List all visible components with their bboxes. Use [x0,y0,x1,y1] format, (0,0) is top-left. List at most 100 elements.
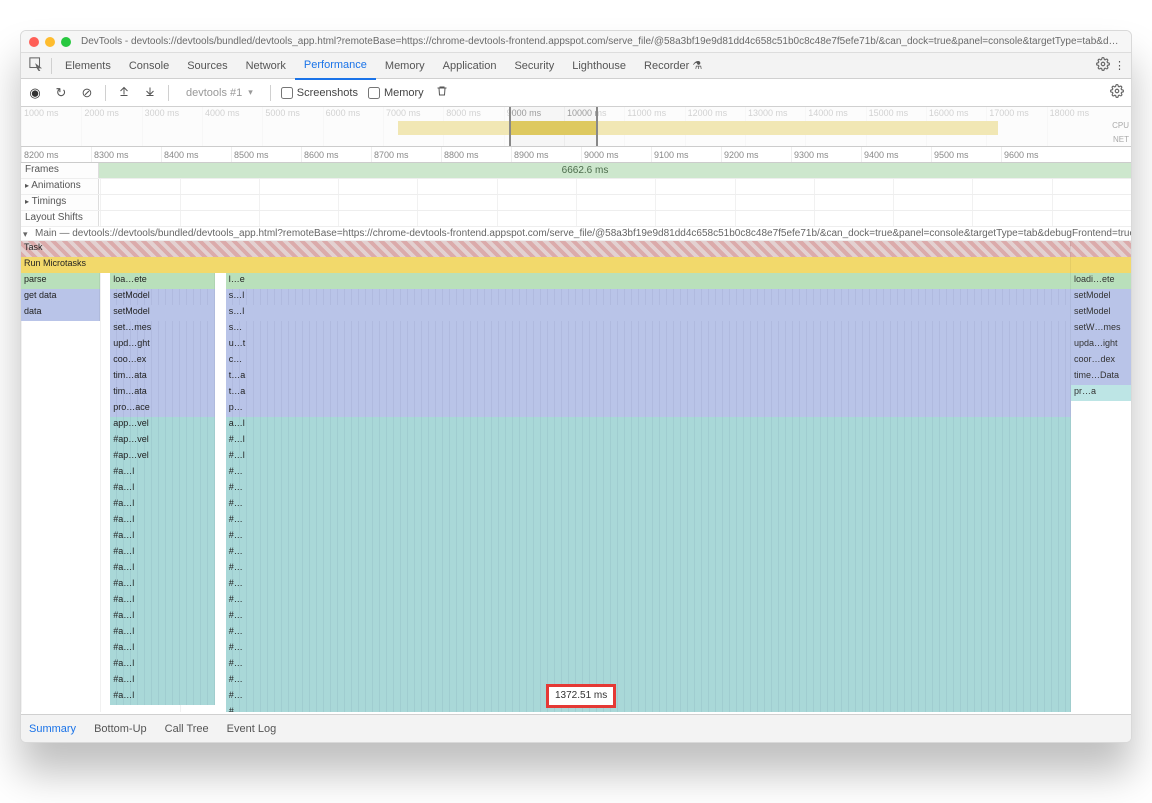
tab-performance[interactable]: Performance [295,52,376,80]
flame-bar[interactable]: #… [226,561,1071,577]
flame-bar[interactable]: #… [226,577,1071,593]
flame-bar[interactable]: tim…ata [110,369,215,385]
flame-bar[interactable]: u…t [226,337,1071,353]
flame-bar[interactable]: setModel [1071,305,1131,321]
flame-bar[interactable]: loa…ete [110,273,215,289]
flame-row[interactable]: #a…l #… [21,529,1131,545]
flame-row[interactable]: #ap…vel #…l [21,449,1131,465]
flame-row[interactable]: pro…ace p… [21,401,1131,417]
flame-bar[interactable]: #a…l [110,497,215,513]
flame-bar[interactable]: t…a [226,385,1071,401]
flame-bar[interactable]: #a…l [110,513,215,529]
flame-bar[interactable]: #… [226,481,1071,497]
clear-icon[interactable]: ⊘ [79,85,95,101]
overview-timeline[interactable]: 1000 ms2000 ms3000 ms4000 ms5000 ms6000 … [21,107,1131,147]
flame-bar[interactable]: #a…l [110,673,215,689]
flame-bar[interactable]: #… [226,593,1071,609]
btab-bottomup[interactable]: Bottom-Up [94,723,147,735]
flame-bar[interactable]: #a…l [110,641,215,657]
btab-summary[interactable]: Summary [29,723,76,735]
flame-bar[interactable]: #a…l [110,625,215,641]
tab-security[interactable]: Security [505,53,563,79]
flame-bar[interactable]: #… [226,545,1071,561]
flame-bar[interactable]: upd…ght [110,337,215,353]
flame-row[interactable]: #a…l #… [21,577,1131,593]
flame-bar[interactable]: #a…l [110,545,215,561]
flame-bar[interactable]: #a…l [110,689,215,705]
flame-row[interactable]: tim…atat…atime…Data [21,369,1131,385]
flame-bar[interactable]: #… [226,609,1071,625]
screenshots-toggle[interactable]: Screenshots [281,87,358,99]
flame-bar[interactable]: pro…ace [110,401,215,417]
flame-row[interactable]: coo…exc…coor…dex [21,353,1131,369]
flame-bar[interactable]: #ap…vel [110,449,215,465]
minimize-window-icon[interactable] [45,37,55,47]
settings-icon[interactable] [1096,57,1110,74]
flame-bar[interactable]: app…vel [110,417,215,433]
flame-bar[interactable]: a…l [226,417,1071,433]
flame-row[interactable]: #a…l #… [21,481,1131,497]
flame-bar[interactable]: s…l [226,305,1071,321]
overview-selection[interactable] [509,107,598,146]
kebab-icon[interactable]: ⋮ [1114,59,1125,72]
track-layout-shifts[interactable]: Layout Shifts [21,211,1131,227]
flame-row[interactable]: #ap…vel#…l [21,433,1131,449]
flame-bar[interactable]: #a…l [110,577,215,593]
tab-memory[interactable]: Memory [376,53,434,79]
flame-bar[interactable]: #a…l [110,481,215,497]
flame-bar[interactable]: #a…l [110,657,215,673]
tab-application[interactable]: Application [434,53,506,79]
flame-bar[interactable]: #… [226,641,1071,657]
flame-chart[interactable]: Frames 6662.6 ms ▸ Animations ▸ Timings … [21,163,1131,712]
btab-calltree[interactable]: Call Tree [165,723,209,735]
memory-checkbox[interactable] [368,87,380,99]
track-timings[interactable]: ▸ Timings [21,195,1131,211]
flame-bar[interactable]: #… [226,625,1071,641]
flame-bar[interactable]: setModel [1071,289,1131,305]
flame-row[interactable]: Task [21,241,1131,257]
btab-eventlog[interactable]: Event Log [227,723,277,735]
flame-bar[interactable]: setModel [110,305,215,321]
profile-select[interactable]: devtools #1 ▾ [179,84,260,102]
flame-row[interactable]: #a…l #… [21,641,1131,657]
flame-bar[interactable]: #a…l [110,529,215,545]
flame-row[interactable]: tim…atat…apr…a [21,385,1131,401]
flame-bar[interactable]: #… [226,497,1071,513]
flame-row[interactable]: #a…l #… [21,513,1131,529]
tab-network[interactable]: Network [237,53,295,79]
tab-sources[interactable]: Sources [178,53,236,79]
flame-bar[interactable]: p… [226,401,1071,417]
flame-bar[interactable]: coor…dex [1071,353,1131,369]
tab-recorder[interactable]: Recorder ⚗ [635,53,711,79]
flame-bar[interactable]: upda…ight [1071,337,1131,353]
flame-bar[interactable]: parse [21,273,100,289]
tab-lighthouse[interactable]: Lighthouse [563,53,635,79]
flame-row[interactable]: upd…ght u…tupda…ight [21,337,1131,353]
flame-bar[interactable]: #… [226,513,1071,529]
flame-row[interactable]: parseloa…etel…eloadi…ete [21,273,1131,289]
flame-row[interactable]: Run Microtasks [21,257,1131,273]
flame-bar[interactable]: #… [226,465,1071,481]
flame-bar[interactable]: data [21,305,100,321]
flame-row[interactable]: #a…l #… [21,561,1131,577]
flame-bar[interactable]: #…l [226,449,1071,465]
flame-row[interactable]: app…vel a…l [21,417,1131,433]
flame-row[interactable]: #a…l #… [21,545,1131,561]
flame-row[interactable]: set…mess…setW…mes [21,321,1131,337]
flame-bar[interactable]: set…mes [110,321,215,337]
flame-row[interactable]: #a…l#… [21,465,1131,481]
flame-bar[interactable]: #… [226,705,1071,712]
flame-bar[interactable]: #a…l [110,561,215,577]
flame-bar[interactable]: #… [226,529,1071,545]
detail-ruler[interactable]: 8200 ms8300 ms8400 ms8500 ms8600 ms8700 … [21,147,1131,163]
upload-icon[interactable] [116,85,132,100]
record-icon[interactable]: ◉ [27,85,43,101]
flame-bar[interactable]: tim…ata [110,385,215,401]
flame-bar[interactable]: #a…l [110,609,215,625]
flame-bar[interactable]: #… [226,673,1071,689]
close-window-icon[interactable] [29,37,39,47]
flame-bar[interactable]: coo…ex [110,353,215,369]
screenshots-checkbox[interactable] [281,87,293,99]
flame-bar[interactable]: Run Microtasks [21,257,1071,273]
flame-bar[interactable]: setModel [110,289,215,305]
